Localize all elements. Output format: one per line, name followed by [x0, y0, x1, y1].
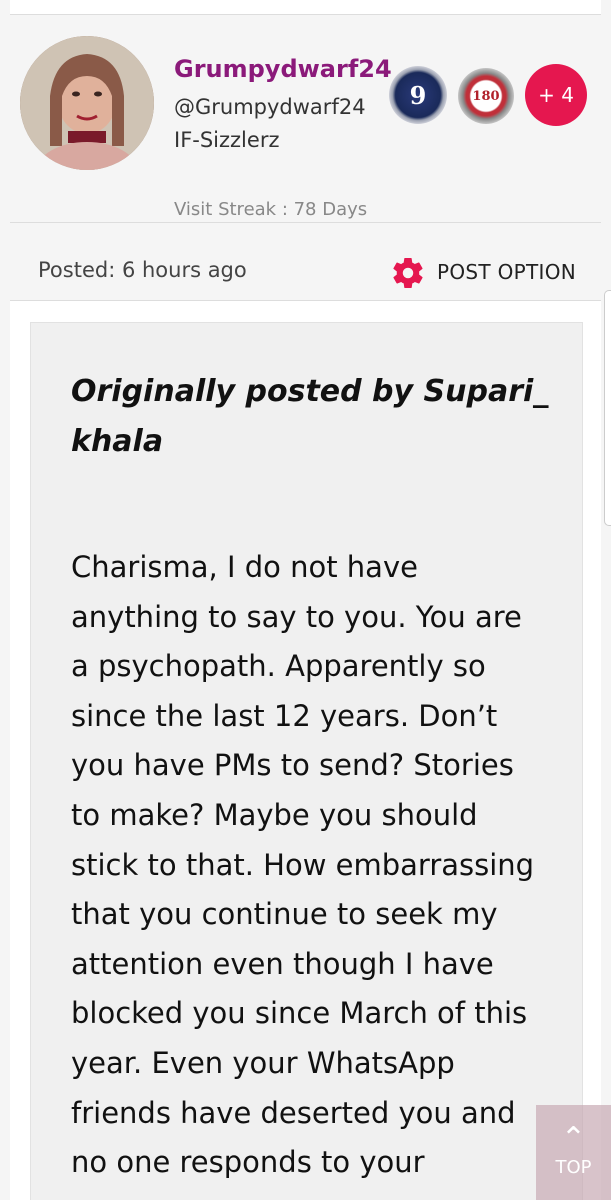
quote-block: Originally posted by Supari_khala Charis…	[30, 322, 583, 1200]
username-link[interactable]: Grumpydwarf24	[174, 55, 392, 83]
post-option-button[interactable]: POST OPTION	[437, 260, 576, 284]
more-badges-button[interactable]: + 4	[525, 64, 587, 126]
badge-180[interactable]: 180	[458, 68, 514, 124]
quote-header: Originally posted by Supari_khala	[71, 374, 549, 459]
user-avatar[interactable]	[20, 36, 154, 170]
badge-9[interactable]: 9	[389, 66, 447, 124]
chevron-up-icon: ⌃	[560, 1121, 587, 1156]
gear-icon[interactable]	[390, 255, 426, 291]
badge-180-label: 180	[472, 88, 500, 104]
top-bar	[10, 0, 601, 15]
posted-time: Posted: 6 hours ago	[38, 258, 247, 282]
quote-body: Charisma, I do not have anything to say …	[71, 550, 535, 1180]
divider	[10, 222, 601, 223]
back-to-top-button[interactable]: ⌃ TOP	[536, 1105, 611, 1200]
user-handle: @Grumpydwarf24	[174, 95, 366, 119]
club-name[interactable]: IF-Sizzlerz	[174, 128, 279, 152]
top-label: TOP	[555, 1157, 592, 1178]
visit-streak: Visit Streak : 78 Days	[174, 199, 368, 220]
avatar-image	[20, 36, 154, 170]
badge-9-label: 9	[409, 80, 427, 110]
scrollbar[interactable]	[604, 290, 611, 526]
